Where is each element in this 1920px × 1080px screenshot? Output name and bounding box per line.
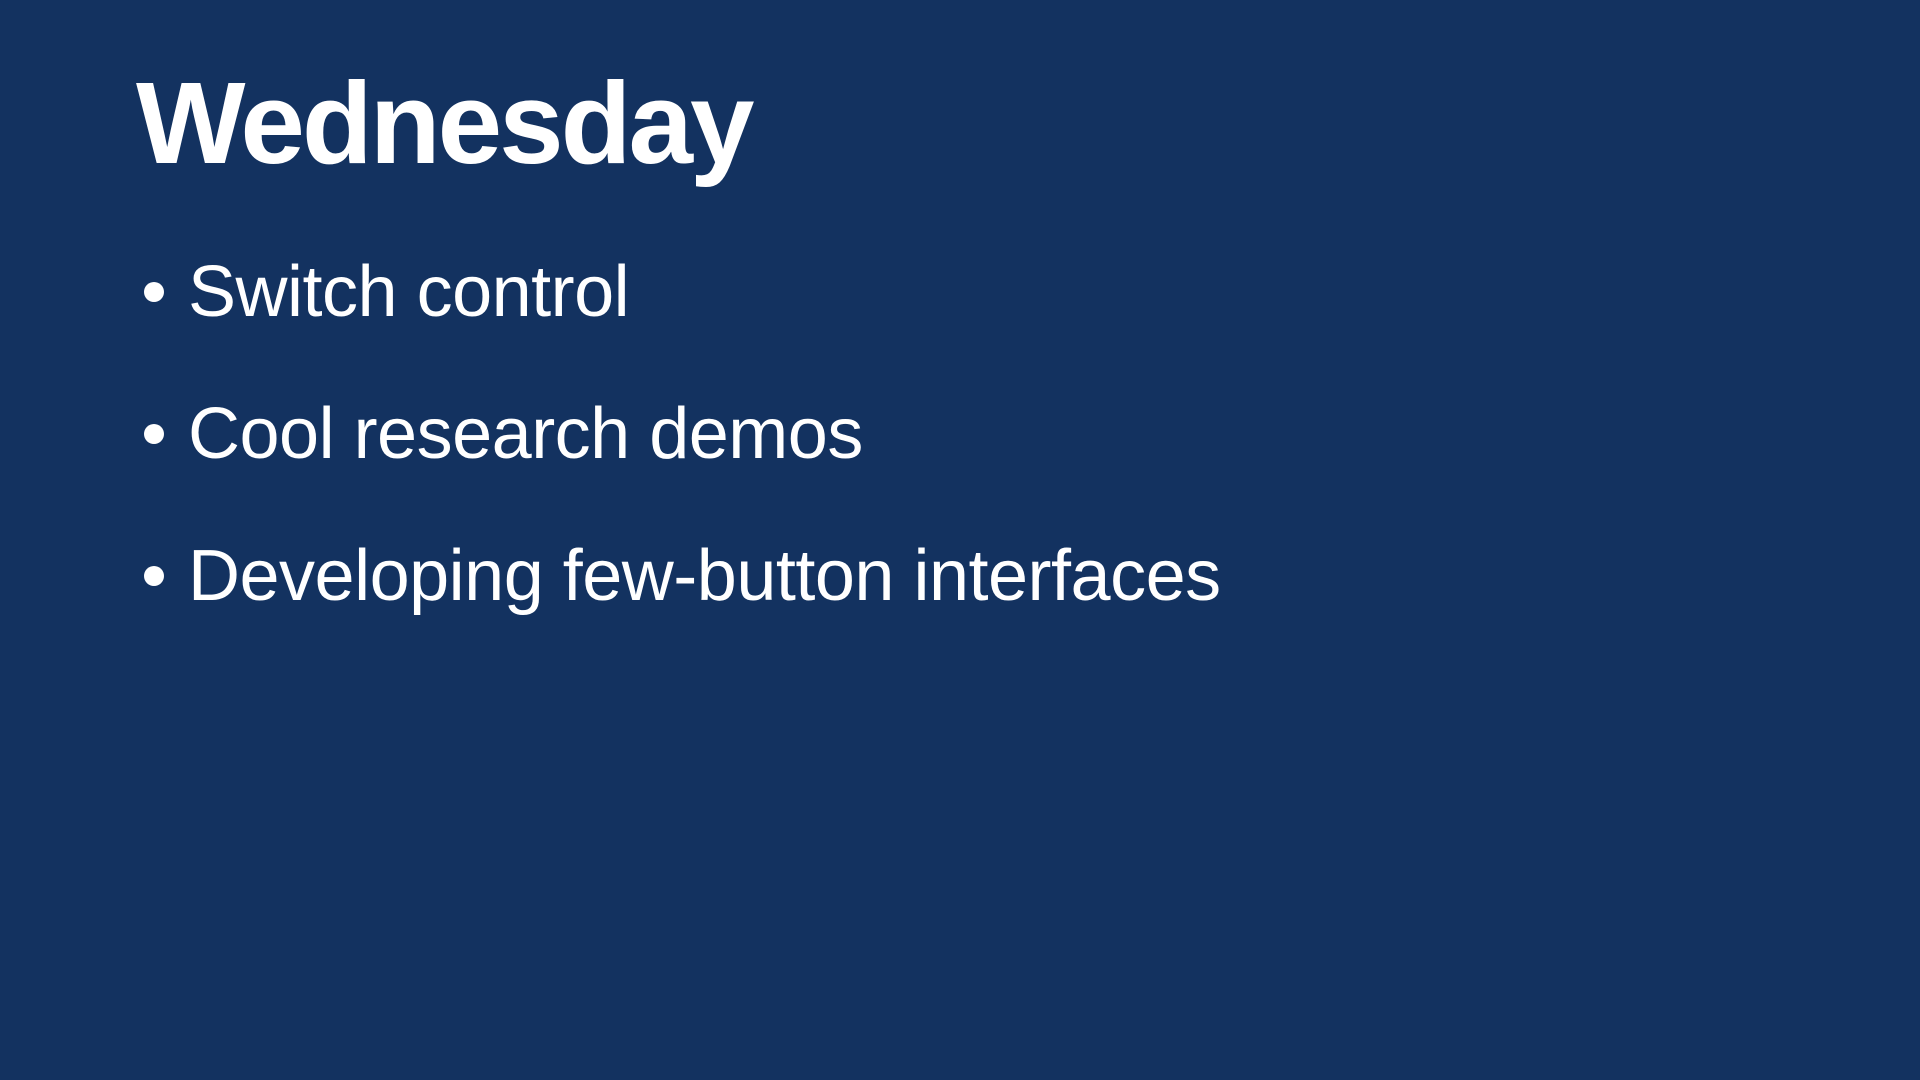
bullet-text: Switch control — [188, 252, 630, 332]
bullet-item-research-demos: Cool research demos — [136, 394, 1221, 474]
bullet-item-few-button-interfaces: Developing few-button interfaces — [136, 536, 1221, 616]
presentation-slide: Wednesday Switch control Cool research d… — [0, 0, 1920, 1080]
bullet-item-switch-control: Switch control — [136, 252, 1221, 332]
bullet-list: Switch control Cool research demos Devel… — [136, 252, 1221, 678]
bullet-dot-icon — [144, 566, 164, 586]
bullet-dot-icon — [144, 282, 164, 302]
slide-title: Wednesday — [136, 58, 755, 188]
bullet-text: Developing few-button interfaces — [188, 536, 1221, 616]
bullet-text: Cool research demos — [188, 394, 863, 474]
bullet-dot-icon — [144, 424, 164, 444]
